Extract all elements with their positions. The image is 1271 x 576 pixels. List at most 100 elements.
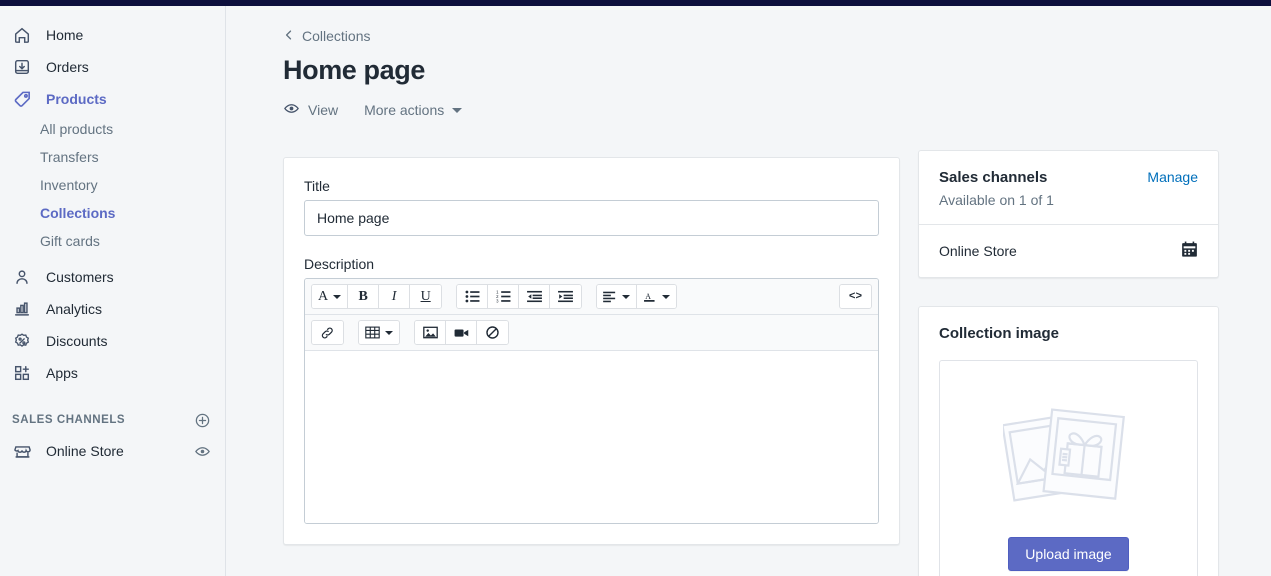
editor-toolbar-row-1: A B I U 1 2 3 A <> xyxy=(305,279,878,315)
sidebar-item-inventory[interactable]: Inventory xyxy=(0,171,225,199)
photos-placeholder-icon xyxy=(1000,400,1135,521)
bulleted-list-button[interactable] xyxy=(457,285,489,308)
products-tag-icon xyxy=(12,89,32,109)
analytics-bar-chart-icon xyxy=(12,299,32,319)
insert-image-button[interactable] xyxy=(415,321,446,344)
storefront-icon xyxy=(12,442,32,461)
sidebar-item-discounts[interactable]: Discounts xyxy=(0,325,225,357)
sidebar-item-label: Discounts xyxy=(46,333,108,349)
right-column: Sales channels Manage Available on 1 of … xyxy=(918,150,1219,576)
caret-down-icon xyxy=(452,107,463,113)
eye-icon[interactable] xyxy=(193,442,211,460)
collection-image-card-title: Collection image xyxy=(939,325,1060,342)
insert-table-group xyxy=(358,320,400,345)
sidebar-item-online-store[interactable]: Online Store xyxy=(0,435,225,467)
insert-table-button[interactable] xyxy=(359,321,399,344)
sidebar-item-products[interactable]: Products xyxy=(0,83,225,115)
main-content: Collections Home page View More actions … xyxy=(226,6,1271,576)
font-family-button[interactable]: A xyxy=(312,285,349,308)
sidebar-item-label: Apps xyxy=(46,365,78,381)
top-bar xyxy=(0,0,1271,6)
insert-video-button[interactable] xyxy=(446,321,477,344)
sales-channels-section-header: SALES CHANNELS xyxy=(0,405,225,435)
upload-image-button[interactable]: Upload image xyxy=(1008,536,1129,571)
availability-text: Available on 1 of 1 xyxy=(939,192,1054,208)
svg-text:3: 3 xyxy=(496,298,499,303)
sidebar-item-orders[interactable]: Orders xyxy=(0,51,225,83)
chevron-down-icon xyxy=(662,294,671,299)
italic-button[interactable]: I xyxy=(379,285,411,308)
sales-channels-heading: SALES CHANNELS xyxy=(12,414,126,426)
sidebar-item-label: Home xyxy=(46,27,84,43)
title-field-label: Title xyxy=(304,178,330,194)
sales-channel-row-online-store[interactable]: Online Store xyxy=(919,225,1218,277)
numbered-list-icon: 1 2 3 xyxy=(496,290,511,303)
title-input[interactable] xyxy=(304,200,879,236)
collection-image-card: Collection image Upload image xyxy=(918,306,1219,576)
indent-button[interactable] xyxy=(550,285,582,308)
collection-details-card: Title Description A B xyxy=(283,157,900,545)
underline-icon: U xyxy=(420,288,431,304)
sidebar-item-customers[interactable]: Customers xyxy=(0,261,225,293)
chevron-down-icon xyxy=(333,294,342,299)
calendar-icon[interactable] xyxy=(1181,241,1198,261)
sidebar-item-home[interactable]: Home xyxy=(0,19,225,51)
text-format-group: A B I U xyxy=(311,284,443,309)
page-actions: View More actions xyxy=(283,100,1271,120)
video-camera-icon xyxy=(454,328,468,337)
breadcrumb-label: Collections xyxy=(302,28,371,44)
breadcrumb[interactable]: Collections xyxy=(283,28,370,44)
link-chain-icon xyxy=(321,327,333,338)
bold-icon: B xyxy=(358,288,368,304)
insert-link-group xyxy=(311,320,344,345)
manage-link[interactable]: Manage xyxy=(1147,169,1198,185)
sidebar-item-apps[interactable]: Apps xyxy=(0,357,225,389)
sidebar-item-gift-cards[interactable]: Gift cards xyxy=(0,227,225,255)
sidebar-item-all-products[interactable]: All products xyxy=(0,115,225,143)
bulleted-list-icon xyxy=(465,290,480,303)
sales-channels-card: Sales channels Manage Available on 1 of … xyxy=(918,150,1219,278)
sidebar: Home Orders Products All products Transf… xyxy=(0,6,226,576)
chevron-down-icon xyxy=(385,330,393,335)
table-icon xyxy=(365,326,380,339)
view-button[interactable]: View xyxy=(283,100,338,120)
chevron-left-icon xyxy=(283,28,295,44)
sales-channels-card-header: Sales channels Manage Available on 1 of … xyxy=(919,151,1218,225)
sidebar-subitem-label: Gift cards xyxy=(40,233,100,249)
underline-button[interactable]: U xyxy=(410,285,442,308)
code-view-group: <> xyxy=(839,284,872,309)
home-icon xyxy=(12,25,32,45)
outdent-button[interactable] xyxy=(519,285,551,308)
discounts-percent-icon xyxy=(12,331,32,351)
numbered-list-button[interactable]: 1 2 3 xyxy=(488,285,520,308)
sidebar-subitem-label: All products xyxy=(40,121,114,137)
sidebar-item-analytics[interactable]: Analytics xyxy=(0,293,225,325)
html-code-button[interactable]: <> xyxy=(840,285,871,308)
calendar-glyph xyxy=(1182,241,1197,257)
image-dropzone[interactable]: Upload image xyxy=(939,360,1198,576)
align-color-group: A xyxy=(596,284,678,309)
align-button[interactable] xyxy=(597,285,638,308)
view-label: View xyxy=(308,102,339,118)
text-color-icon: A xyxy=(644,292,655,302)
bold-button[interactable]: B xyxy=(348,285,380,308)
sidebar-subitem-label: Transfers xyxy=(40,149,99,165)
sidebar-item-label: Customers xyxy=(46,269,114,285)
clear-formatting-button[interactable] xyxy=(477,321,508,344)
text-color-button[interactable]: A xyxy=(637,285,677,308)
description-editor-body[interactable] xyxy=(305,351,878,523)
italic-icon: I xyxy=(391,288,397,304)
sidebar-item-transfers[interactable]: Transfers xyxy=(0,143,225,171)
apps-grid-plus-icon xyxy=(12,363,32,383)
svg-text:A: A xyxy=(645,292,651,301)
list-indent-group: 1 2 3 xyxy=(456,284,583,309)
font-a-icon: A xyxy=(318,288,329,304)
orders-inbox-icon xyxy=(12,57,32,77)
sidebar-item-collections[interactable]: Collections xyxy=(0,199,225,227)
insert-link-button[interactable] xyxy=(312,321,343,344)
more-actions-button[interactable]: More actions xyxy=(364,102,463,118)
plus-circle-icon[interactable] xyxy=(193,411,211,429)
align-left-icon xyxy=(603,291,616,302)
sidebar-item-label: Orders xyxy=(46,59,89,75)
image-icon xyxy=(422,326,438,339)
